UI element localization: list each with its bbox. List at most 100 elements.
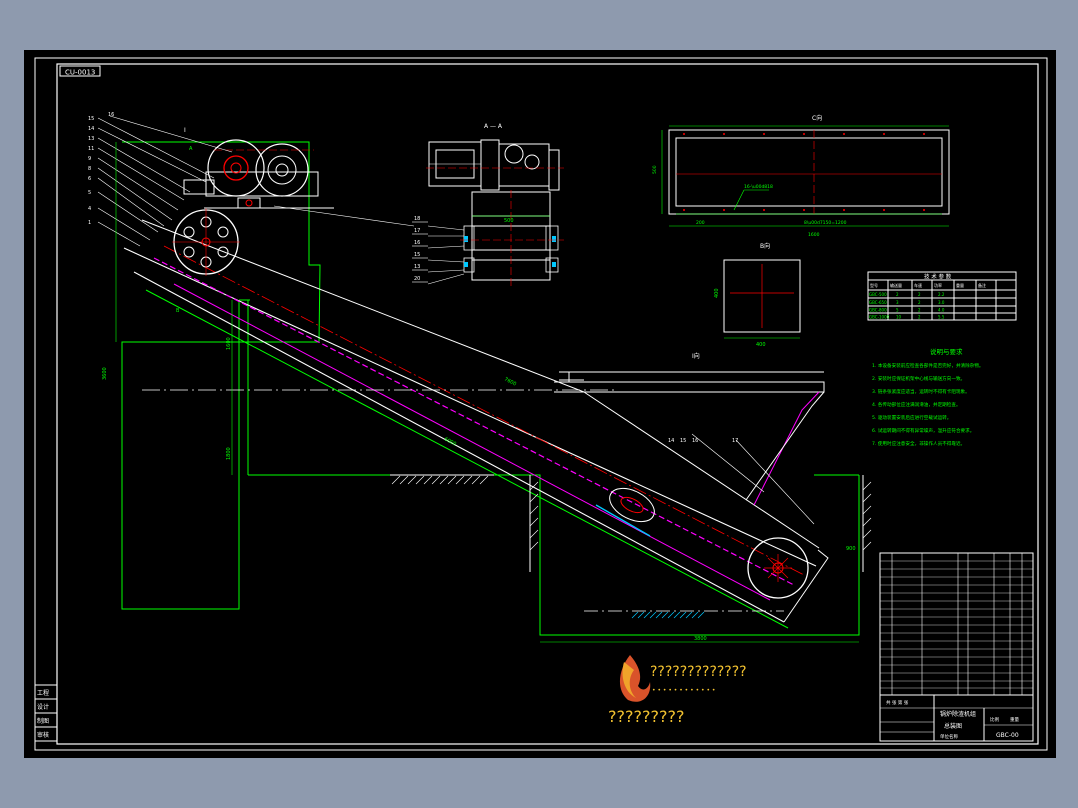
svg-text:14: 14 (88, 126, 94, 132)
tech-parameter-table: 技 术 参 数 型号 输送量 车速 功率 重量 备注 GBC-500 2 2 2… (867, 271, 1017, 321)
svg-text:A: A (189, 146, 193, 152)
svg-text:1800: 1800 (226, 447, 232, 460)
tech-header-1: 型号 (870, 282, 878, 288)
drawing-canvas[interactable]: CU-0013 工程 设计 制图 审核 151413 1198 654 116 … (24, 50, 1056, 758)
tech-row-2-speed: 2 (918, 300, 921, 305)
tech-header-2: 输送量 (890, 282, 902, 288)
tech-header-5: 重量 (956, 282, 964, 288)
view-b: B向 400 400 (714, 242, 801, 348)
cad-viewport[interactable]: CU-0013 工程 设计 制图 审核 15 14 13 11 9 8 6 5 … (24, 50, 1056, 758)
watermark-dots: • • • • • • • • • • • • (652, 687, 715, 694)
section-a-label: A — A (484, 123, 503, 130)
title-line-1: 锅炉除渣机组 (940, 710, 976, 718)
drawing-number: GBC-00 (996, 732, 1019, 739)
svg-text:500: 500 (652, 165, 658, 174)
tech-row-1-model: GBC-500 (869, 292, 887, 297)
tech-table-title: 技 术 参 数 (924, 273, 952, 281)
tech-row-3-model: GBC-800 (869, 308, 887, 313)
tech-row-1-speed: 2 (918, 292, 921, 297)
section-a-view: A — A 500 181716 151320 (412, 123, 564, 286)
tech-row-1-power: 2.2 (938, 292, 945, 297)
svg-text:1600: 1600 (808, 232, 820, 238)
margin-label-2: 设计 (37, 703, 49, 711)
note-4: 4. 各传动部位应注满润滑油，并定期检查。 (872, 401, 961, 408)
svg-text:15: 15 (414, 252, 420, 258)
svg-text:20: 20 (414, 276, 420, 282)
watermark: ????????????? • • • • • • • • • • • • ??… (608, 655, 747, 726)
svg-text:1600: 1600 (226, 337, 232, 350)
svg-text:16: 16 (414, 240, 420, 246)
tech-row-3-power: 4.0 (938, 308, 945, 313)
svg-text:9: 9 (88, 156, 91, 162)
tech-header-6: 备注 (978, 282, 986, 288)
svg-text:17: 17 (414, 228, 420, 234)
tech-row-2-model: GBC-650 (869, 300, 887, 305)
svg-text:1: 1 (88, 220, 91, 226)
svg-text:11: 11 (88, 146, 94, 152)
svg-text:400: 400 (756, 342, 766, 348)
svg-text:6: 6 (88, 176, 91, 182)
weight-label: 重量 (1010, 716, 1019, 723)
svg-text:200: 200 (696, 220, 705, 226)
svg-text:16-\u00d818: 16-\u00d818 (744, 184, 773, 190)
note-3: 3. 链条张紧度应适当，运转时不得有卡阻现象。 (872, 388, 970, 395)
svg-text:3600: 3600 (102, 367, 108, 380)
svg-text:4: 4 (88, 206, 91, 212)
tech-row-4-power: 5.5 (938, 315, 945, 320)
svg-text:13: 13 (414, 264, 420, 270)
tech-row-4-speed: 2 (918, 315, 921, 320)
company-name: 单位名称 (940, 733, 958, 740)
title-block: 锅炉除渣机组 总装图 比例 重量 GBC-00 单位名称 共 张 第 张 (886, 699, 1019, 740)
notes-title: 说明与要求 (930, 347, 963, 356)
flame-logo-icon (619, 655, 651, 702)
tech-row-3-capacity: 5 (896, 308, 899, 313)
svg-text:16: 16 (692, 438, 698, 444)
watermark-line-2: ????????? (608, 707, 684, 726)
svg-text:17: 17 (732, 438, 738, 444)
svg-text:8\u00d7150=1200: 8\u00d7150=1200 (804, 220, 847, 226)
svg-text:15: 15 (88, 116, 94, 122)
tech-row-3-speed: 2 (918, 308, 921, 313)
svg-text:I: I (184, 127, 186, 134)
svg-text:900: 900 (846, 546, 856, 552)
svg-text:500: 500 (504, 218, 514, 224)
svg-text:13: 13 (88, 136, 94, 142)
margin-label-1: 工程 (37, 689, 49, 697)
view-i-label: I向 (692, 352, 700, 360)
scale-label: 比例 (990, 716, 999, 723)
view-b-label: B向 (760, 242, 770, 250)
svg-text:3800: 3800 (694, 636, 707, 642)
svg-text:8: 8 (88, 166, 91, 172)
notes-block: 说明与要求 1. 本设备安装前应检查各部件是否完好，并清除杂物。 2. 安装时应… (872, 347, 984, 447)
svg-text:5: 5 (88, 190, 91, 196)
svg-text:6000: 6000 (443, 436, 457, 447)
note-6: 6. 试运转期间不得有异常噪声，温升应符合要求。 (872, 427, 974, 434)
note-1: 1. 本设备安装前应检查各部件是否完好，并清除杂物。 (872, 362, 984, 369)
note-7: 7. 使用时应注意安全，非操作人员不得靠近。 (872, 440, 965, 447)
sheet-label: 共 张 第 张 (886, 699, 909, 706)
svg-text:16: 16 (108, 112, 114, 118)
svg-text:B: B (176, 308, 180, 314)
margin-label-4: 审核 (37, 731, 49, 739)
left-margin-block: 工程 设计 制图 审核 (34, 684, 58, 742)
margin-label-3: 制图 (37, 717, 49, 725)
tech-row-2-power: 3.0 (938, 300, 945, 305)
note-5: 5. 驱动装置安装后应进行空载试运转。 (872, 414, 951, 421)
tech-row-4-model: GBC-1000 (869, 315, 890, 320)
svg-text:18: 18 (414, 216, 420, 222)
note-2: 2. 安装时应保证机架中心线与输送方向一致。 (872, 375, 965, 382)
svg-text:7600: 7600 (503, 376, 517, 387)
svg-text:400: 400 (714, 288, 720, 298)
drawing-code: CU-0013 (65, 69, 95, 77)
view-c: C向 16-\u00d818 8\u00d7150=1200 1600 200 … (652, 114, 950, 238)
tech-row-2-capacity: 3 (896, 300, 899, 305)
tech-row-4-capacity: 10 (896, 315, 902, 320)
view-c-label: C向 (812, 114, 822, 122)
tech-header-4: 功率 (934, 282, 942, 288)
title-line-2: 总装图 (944, 722, 962, 730)
watermark-line-1: ????????????? (650, 664, 747, 680)
svg-text:15: 15 (680, 438, 686, 444)
svg-text:14: 14 (668, 438, 674, 444)
tech-header-3: 车速 (914, 282, 922, 288)
tech-row-1-capacity: 2 (896, 292, 899, 297)
